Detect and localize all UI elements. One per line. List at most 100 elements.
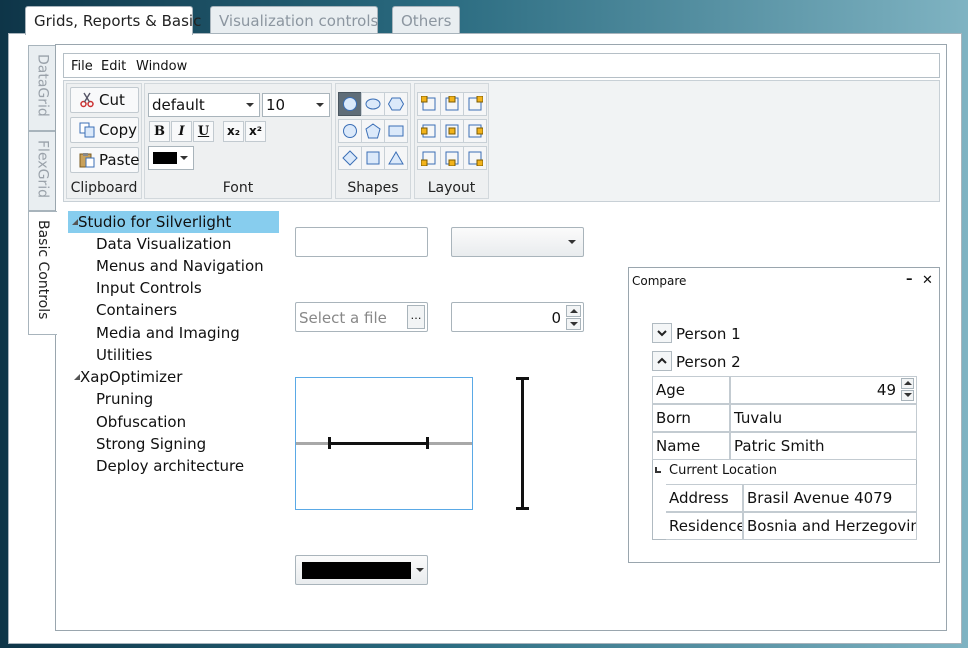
copy-label: Copy [99,121,138,139]
underline-button[interactable]: U [193,121,214,142]
scissors-icon [80,92,94,108]
shape-rectangle-button[interactable] [384,119,408,143]
shape-diamond-button[interactable] [338,146,362,170]
color-picker[interactable] [295,555,428,585]
layout-align-bottom-left-button[interactable] [417,146,441,170]
residence-field[interactable]: Bosnia and Herzegovina [743,512,917,540]
tree-item[interactable]: Menus and Navigation [96,255,264,277]
file-picker[interactable]: Select a file … [295,302,428,332]
layout-align-bottom-right-button[interactable] [463,146,487,170]
align-bottom-right-icon [468,151,483,166]
person2-label[interactable]: Person 2 [676,353,741,371]
expanded-triangle-icon[interactable] [72,219,78,225]
person2-expander[interactable] [652,351,672,371]
shape-circle-outline-button[interactable] [338,119,362,143]
shape-ellipse-button[interactable] [361,92,385,116]
bold-button[interactable]: B [149,121,170,142]
address-label: Address [666,484,743,512]
born-field[interactable]: Tuvalu [730,404,917,432]
vertical-slider-bottom-thumb[interactable] [516,507,529,510]
align-bottom-left-icon [421,151,436,166]
layout-align-top-center-button[interactable] [440,92,464,116]
range-slider-upper-thumb[interactable] [426,437,429,449]
tree-item[interactable]: Containers [96,299,177,321]
tab-others[interactable]: Others [392,6,460,34]
menu-file[interactable]: File [71,59,93,74]
expanded-triangle-icon[interactable] [74,374,80,380]
tab-grids-reports-basic[interactable]: Grids, Reports & Basic [25,6,201,35]
minimize-icon[interactable]: – [906,272,913,287]
chevron-down-icon [657,330,667,337]
decrement-button[interactable] [566,318,581,330]
font-color-swatch [153,152,177,164]
font-size-select[interactable]: 10 [262,93,330,117]
person1-label[interactable]: Person 1 [676,325,741,343]
font-size-value: 10 [266,96,286,114]
name-field[interactable]: Patric Smith [730,432,917,460]
rectangle-icon [388,125,404,137]
side-tab-basic-controls[interactable]: Basic Controls [28,211,57,335]
ribbon-group-clipboard: Cut Copy Paste Clipboard [66,83,142,199]
side-tab-datagrid[interactable]: DataGrid [28,45,56,131]
italic-button[interactable]: I [171,121,192,142]
age-decrement-button[interactable] [901,390,914,401]
address-field[interactable]: Brasil Avenue 4079 [743,484,917,512]
side-tab-flexgrid[interactable]: FlexGrid [28,131,56,211]
vertical-slider-track [521,379,524,510]
tree-item[interactable]: Deploy architecture [96,455,244,477]
color-swatch [302,562,411,579]
numeric-updown[interactable]: 0 [451,302,584,332]
superscript-button[interactable]: x² [245,121,266,142]
subscript-button[interactable]: x₂ [223,121,244,142]
text-input[interactable] [295,227,428,257]
born-label: Born [652,404,730,432]
layout-align-center-button[interactable] [440,119,464,143]
layout-align-middle-left-button[interactable] [417,119,441,143]
combo-box[interactable] [451,227,584,257]
tree-item[interactable]: Obfuscation [96,411,186,433]
tree-node-studio-for-silverlight[interactable]: Studio for Silverlight [68,211,279,233]
browse-button[interactable]: … [407,305,425,329]
ellipsis-icon: … [410,309,422,322]
diamond-icon [342,150,358,166]
tree-node-xapoptimizer[interactable]: XapOptimizer [72,366,182,388]
cut-button[interactable]: Cut [70,87,139,113]
shape-triangle-button[interactable] [384,146,408,170]
tree-item[interactable]: Input Controls [96,277,202,299]
age-increment-button[interactable] [901,378,914,389]
person1-expander[interactable] [652,323,672,343]
shape-circle-button[interactable] [338,92,362,116]
layout-align-bottom-center-button[interactable] [440,146,464,170]
tab-visualization-controls[interactable]: Visualization controls [210,6,378,34]
tree-item[interactable]: Utilities [96,344,152,366]
shape-hexagon-button[interactable] [384,92,408,116]
increment-button[interactable] [566,305,581,317]
shape-pentagon-button[interactable] [361,119,385,143]
shape-square-button[interactable] [361,146,385,170]
menu-edit[interactable]: Edit [101,59,126,74]
tree-item[interactable]: Media and Imaging [96,322,240,344]
layout-align-middle-right-button[interactable] [463,119,487,143]
tree-item[interactable]: Strong Signing [96,433,206,455]
triangle-icon [388,151,404,165]
hexagon-icon [388,97,404,111]
current-location-group[interactable]: Current Location [655,460,777,482]
vertical-slider-top-thumb[interactable] [516,377,529,380]
age-field[interactable]: 49 [730,376,917,404]
shapes-group-label: Shapes [347,180,399,196]
pentagon-icon [365,123,381,139]
menu-window[interactable]: Window [136,59,187,74]
paste-button[interactable]: Paste [70,147,140,173]
italic-glyph: I [178,124,185,139]
residence-label: Residence [666,512,743,540]
layout-align-top-left-button[interactable] [417,92,441,116]
tree-item[interactable]: Data Visualization [96,233,231,255]
close-icon[interactable]: ✕ [922,273,933,288]
font-color-picker[interactable] [148,146,194,170]
age-label: Age [652,376,730,404]
range-slider-lower-thumb[interactable] [328,437,331,449]
font-family-select[interactable]: default [148,93,260,117]
tree-item[interactable]: Pruning [96,388,153,410]
layout-align-top-right-button[interactable] [463,92,487,116]
copy-button[interactable]: Copy [70,117,139,143]
